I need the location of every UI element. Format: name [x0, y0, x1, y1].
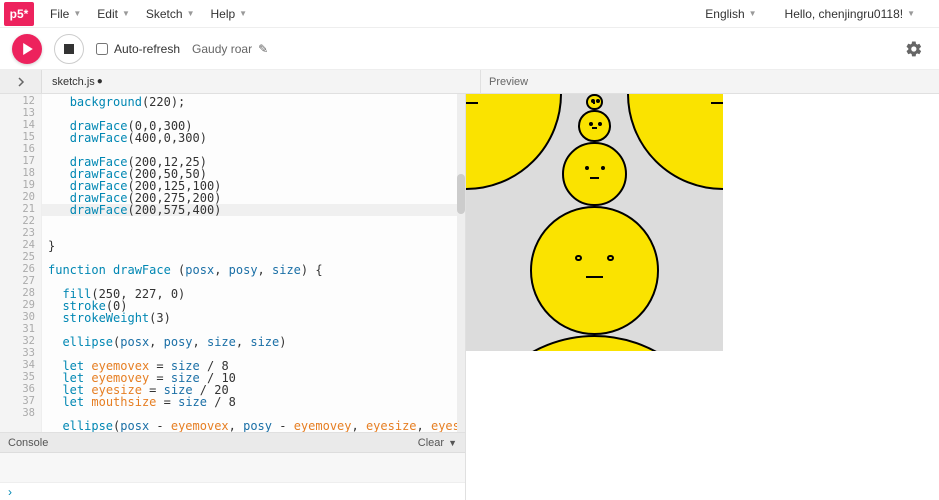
sidebar-toggle[interactable] [0, 70, 42, 93]
menu-label: File [50, 7, 69, 21]
code-line[interactable]: ellipse(posx, posy, size, size) [48, 335, 286, 349]
stop-icon [64, 44, 74, 54]
file-tab-sketch[interactable]: sketch.js ● [42, 70, 113, 93]
modified-indicator: ● [97, 76, 103, 87]
preview-face [562, 142, 626, 206]
chevron-down-icon: ▼ [73, 9, 81, 18]
console-header: Console Clear ▼ [0, 433, 465, 453]
line-number: 38 [2, 408, 35, 420]
preview-canvas [466, 94, 723, 351]
chevron-down-icon: ▼ [239, 9, 247, 18]
preview-face [466, 335, 723, 351]
language-label: English [705, 7, 744, 21]
file-tab-row: sketch.js ● Preview [0, 70, 939, 94]
chevron-right-icon [16, 77, 26, 87]
gear-icon [905, 40, 923, 58]
project-name-text: Gaudy roar [192, 42, 252, 56]
code-editor[interactable]: 1213141516171819202122232425262728293031… [0, 94, 465, 432]
chevron-right-icon: › [8, 485, 12, 499]
p5-logo: p5* [4, 2, 34, 26]
main-split: 1213141516171819202122232425262728293031… [0, 94, 939, 500]
preview-eye [575, 255, 581, 261]
preview-mouth [592, 127, 596, 129]
preview-mouth [590, 177, 598, 179]
preview-face [627, 94, 723, 190]
menu-label: Edit [97, 7, 118, 21]
file-tab-name: sketch.js [52, 76, 95, 88]
editor-pane: 1213141516171819202122232425262728293031… [0, 94, 466, 500]
chevron-down-icon: ▼ [448, 438, 457, 448]
play-icon [22, 43, 34, 55]
menubar: p5* File ▼ Edit ▼ Sketch ▼ Help ▼ English ▼ Hel… [0, 0, 939, 28]
console-clear-label: Clear [418, 437, 444, 449]
code-line[interactable]: drawFace(400,0,300) [48, 131, 207, 145]
preview-pane [466, 94, 939, 500]
console-body [0, 453, 465, 482]
gutter: 1213141516171819202122232425262728293031… [0, 94, 42, 432]
code-line[interactable]: let mouthsize = size / 8 [48, 395, 236, 409]
code-line[interactable]: function drawFace (posx, posy, size) { [48, 263, 323, 277]
language-menu[interactable]: English ▼ [697, 0, 764, 28]
preview-eye [607, 255, 613, 261]
preview-eye [596, 99, 600, 103]
preview-label: Preview [480, 70, 939, 93]
preview-mouth [466, 102, 478, 104]
auto-refresh-toggle[interactable]: Auto-refresh [96, 42, 180, 56]
scrollbar-track[interactable] [457, 94, 465, 432]
scrollbar-thumb[interactable] [457, 174, 465, 214]
console-input-row[interactable]: › [0, 482, 465, 500]
chevron-down-icon: ▼ [122, 9, 130, 18]
console-title: Console [8, 437, 48, 449]
auto-refresh-label: Auto-refresh [114, 42, 180, 56]
menu-help[interactable]: Help ▼ [202, 0, 255, 28]
play-button[interactable] [12, 34, 42, 64]
console-clear-button[interactable]: Clear ▼ [418, 437, 457, 449]
menu-sketch[interactable]: Sketch ▼ [138, 0, 203, 28]
canvas-wrapper [466, 94, 723, 351]
code-line[interactable]: strokeWeight(3) [48, 311, 171, 325]
menu-label: Help [210, 7, 235, 21]
preview-mouth [586, 276, 602, 278]
code-line[interactable]: drawFace(200,575,400) [42, 204, 465, 216]
code-line[interactable]: ellipse(posx - eyemovex, posy - eyemovey… [48, 419, 465, 432]
code-line[interactable]: background(220); [48, 95, 185, 109]
user-greeting: Hello, chenjingru0118! [785, 7, 904, 21]
console-panel: Console Clear ▼ › [0, 432, 465, 500]
toolbar: Auto-refresh Gaudy roar ✎ [0, 28, 939, 70]
menu-label: Sketch [146, 7, 183, 21]
stop-button[interactable] [54, 34, 84, 64]
preview-face [466, 94, 562, 190]
menu-edit[interactable]: Edit ▼ [89, 0, 138, 28]
preview-eye [598, 122, 602, 126]
preview-mouth [711, 102, 723, 104]
edit-icon: ✎ [258, 42, 268, 56]
code-line[interactable]: } [48, 239, 55, 253]
settings-button[interactable] [901, 36, 927, 62]
auto-refresh-checkbox[interactable] [96, 43, 108, 55]
chevron-down-icon: ▼ [187, 9, 195, 18]
menu-file[interactable]: File ▼ [42, 0, 89, 28]
user-menu[interactable]: Hello, chenjingru0118! ▼ [777, 0, 923, 28]
chevron-down-icon: ▼ [749, 9, 757, 18]
chevron-down-icon: ▼ [907, 9, 915, 18]
code-body[interactable]: background(220); drawFace(0,0,300) drawF… [42, 94, 465, 432]
preview-face [578, 110, 610, 142]
project-name[interactable]: Gaudy roar ✎ [192, 42, 268, 56]
preview-face [530, 206, 659, 335]
preview-mouth [593, 102, 595, 104]
